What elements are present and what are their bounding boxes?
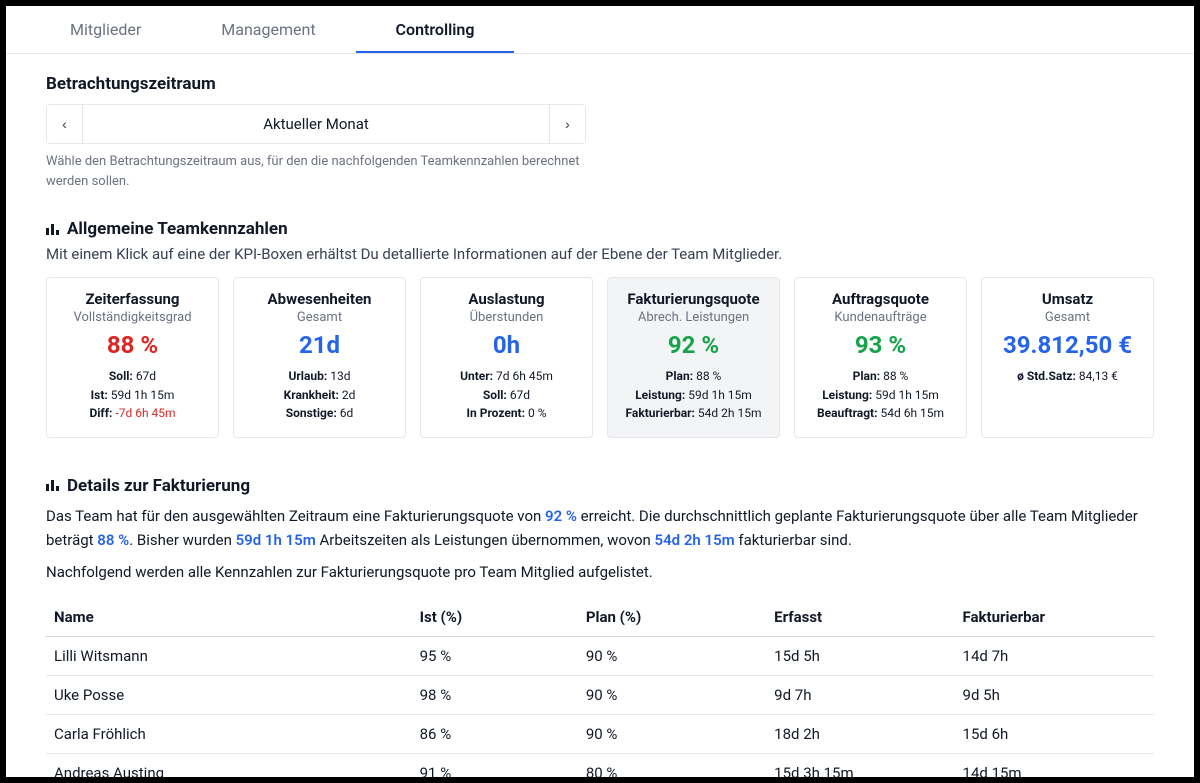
kpi-order-rate[interactable]: Auftragsquote Kundenaufträge 93 % Plan: … xyxy=(794,277,967,438)
kpi-subtitle: Vollständigkeitsgrad xyxy=(57,310,208,325)
cell-plan: 90 % xyxy=(578,675,766,714)
period-heading: Betrachtungszeitraum xyxy=(46,74,1154,94)
cell-ist: 91 % xyxy=(412,753,578,777)
bar-chart-icon xyxy=(46,224,59,235)
kpi-subtitle: Gesamt xyxy=(244,310,395,325)
tab-management[interactable]: Management xyxy=(181,6,355,53)
kpi-value: 88 % xyxy=(57,331,208,359)
cell-erfasst: 15d 3h 15m xyxy=(766,753,954,777)
kpi-time-tracking[interactable]: Zeiterfassung Vollständigkeitsgrad 88 % … xyxy=(46,277,219,438)
cell-name: Andreas Austing xyxy=(46,753,412,777)
cell-ist: 86 % xyxy=(412,714,578,753)
period-prev-button[interactable]: ‹ xyxy=(47,105,83,143)
kpi-subtitle: Überstunden xyxy=(431,310,582,325)
table-row: Andreas Austing91 %80 %15d 3h 15m14d 15m xyxy=(46,753,1154,777)
col-fakturierbar: Fakturierbar xyxy=(955,598,1154,637)
kpi-title: Abwesenheiten xyxy=(244,290,395,308)
cell-name: Uke Posse xyxy=(46,675,412,714)
period-next-button[interactable]: › xyxy=(549,105,585,143)
cell-fakt: 15d 6h xyxy=(955,714,1154,753)
kpi-details: Urlaub: 13d Krankheit: 2d Sonstige: 6d xyxy=(244,367,395,423)
kpi-details: ø Std.Satz: 84,13 € xyxy=(992,367,1143,386)
kpi-title: Umsatz xyxy=(992,290,1143,308)
kpi-details: Plan: 88 % Leistung: 59d 1h 15m Fakturie… xyxy=(618,367,769,423)
col-erfasst: Erfasst xyxy=(766,598,954,637)
kpi-title: Auslastung xyxy=(431,290,582,308)
table-row: Uke Posse98 %90 %9d 7h9d 5h xyxy=(46,675,1154,714)
cell-erfasst: 9d 7h xyxy=(766,675,954,714)
period-help-text: Wähle den Betrachtungszeitraum aus, für … xyxy=(46,152,606,191)
chevron-right-icon: › xyxy=(565,116,570,132)
kpi-value: 39.812,50 € xyxy=(992,331,1143,359)
details-heading: Details zur Fakturierung xyxy=(67,476,250,496)
bar-chart-icon xyxy=(46,480,59,491)
kpi-section-desc: Mit einem Klick auf eine der KPI-Boxen e… xyxy=(46,245,1154,263)
cell-plan: 90 % xyxy=(578,714,766,753)
cell-name: Carla Fröhlich xyxy=(46,714,412,753)
kpi-utilization[interactable]: Auslastung Überstunden 0h Unter: 7d 6h 4… xyxy=(420,277,593,438)
tab-controlling[interactable]: Controlling xyxy=(356,6,515,53)
tabs-bar: Mitglieder Management Controlling xyxy=(6,6,1194,54)
col-plan: Plan (%) xyxy=(578,598,766,637)
kpi-value: 0h xyxy=(431,331,582,359)
cell-fakt: 14d 15m xyxy=(955,753,1154,777)
kpi-value: 93 % xyxy=(805,331,956,359)
kpi-subtitle: Abrech. Leistungen xyxy=(618,310,769,325)
cell-plan: 80 % xyxy=(578,753,766,777)
period-current-label[interactable]: Aktueller Monat xyxy=(83,105,549,143)
kpi-title: Fakturierungsquote xyxy=(618,290,769,308)
kpi-absence[interactable]: Abwesenheiten Gesamt 21d Urlaub: 13d Kra… xyxy=(233,277,406,438)
kpi-section-title: Allgemeine Teamkennzahlen xyxy=(67,219,288,239)
cell-ist: 95 % xyxy=(412,636,578,675)
kpi-value: 21d xyxy=(244,331,395,359)
kpi-subtitle: Gesamt xyxy=(992,310,1143,325)
kpi-title: Zeiterfassung xyxy=(57,290,208,308)
table-row: Lilli Witsmann95 %90 %15d 5h14d 7h xyxy=(46,636,1154,675)
kpi-value: 92 % xyxy=(618,331,769,359)
cell-erfasst: 15d 5h xyxy=(766,636,954,675)
details-paragraph-1: Das Team hat für den ausgewählten Zeitra… xyxy=(46,504,1154,552)
table-row: Carla Fröhlich86 %90 %18d 2h15d 6h xyxy=(46,714,1154,753)
kpi-details: Soll: 67d Ist: 59d 1h 15m Diff: -7d 6h 4… xyxy=(57,367,208,423)
period-selector: ‹ Aktueller Monat › xyxy=(46,104,586,144)
kpi-revenue[interactable]: Umsatz Gesamt 39.812,50 € ø Std.Satz: 84… xyxy=(981,277,1154,438)
kpi-billing-rate[interactable]: Fakturierungsquote Abrech. Leistungen 92… xyxy=(607,277,780,438)
cell-fakt: 9d 5h xyxy=(955,675,1154,714)
cell-ist: 98 % xyxy=(412,675,578,714)
chevron-left-icon: ‹ xyxy=(62,116,67,132)
tab-members[interactable]: Mitglieder xyxy=(30,6,181,53)
kpi-subtitle: Kundenaufträge xyxy=(805,310,956,325)
cell-name: Lilli Witsmann xyxy=(46,636,412,675)
details-paragraph-2: Nachfolgend werden alle Kennzahlen zur F… xyxy=(46,560,1154,584)
kpi-grid: Zeiterfassung Vollständigkeitsgrad 88 % … xyxy=(46,277,1154,438)
col-ist: Ist (%) xyxy=(412,598,578,637)
kpi-title: Auftragsquote xyxy=(805,290,956,308)
col-name: Name xyxy=(46,598,412,637)
kpi-details: Plan: 88 % Leistung: 59d 1h 15m Beauftra… xyxy=(805,367,956,423)
cell-plan: 90 % xyxy=(578,636,766,675)
details-table: Name Ist (%) Plan (%) Erfasst Fakturierb… xyxy=(46,598,1154,777)
cell-fakt: 14d 7h xyxy=(955,636,1154,675)
cell-erfasst: 18d 2h xyxy=(766,714,954,753)
kpi-details: Unter: 7d 6h 45m Soll: 67d In Prozent: 0… xyxy=(431,367,582,423)
